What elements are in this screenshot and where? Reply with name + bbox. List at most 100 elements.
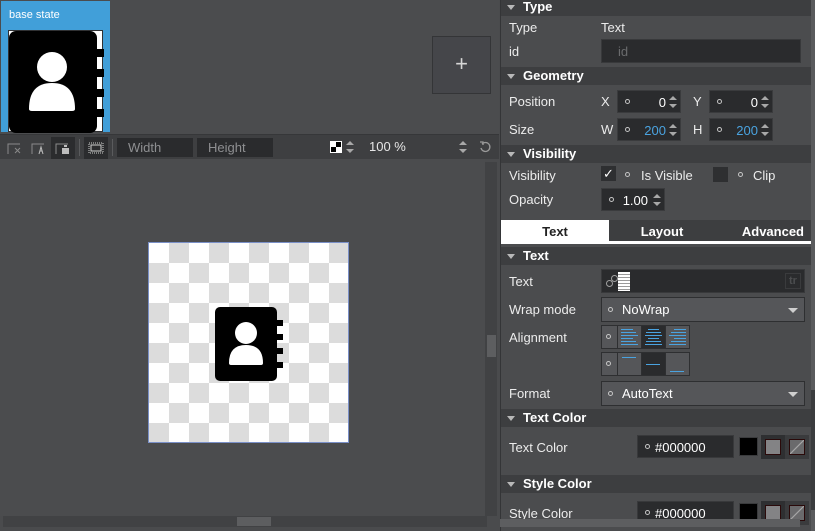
state-base[interactable]: base state (1, 1, 110, 133)
vertical-alignment-group (601, 352, 690, 376)
text-color-label: Text Color (509, 440, 568, 455)
x-input[interactable]: 0 (617, 90, 681, 113)
text-label: Text (509, 274, 533, 289)
x-spinner[interactable] (669, 96, 677, 108)
collapse-triangle-icon (507, 254, 515, 259)
anchor-fill-icon (55, 143, 69, 154)
opacity-input[interactable]: 1.00 (601, 188, 665, 211)
text-color-value: #000000 (655, 440, 706, 455)
show-bounds-button[interactable] (84, 137, 108, 159)
tab-text[interactable]: Text (501, 220, 609, 241)
background-toggle-icon[interactable] (330, 141, 342, 153)
binding-dot-icon[interactable] (609, 197, 614, 202)
scrollbar-handle[interactable] (811, 390, 815, 510)
background-spinner[interactable] (346, 141, 354, 153)
is-visible-checkbox[interactable]: ✓ (601, 166, 616, 181)
wrap-mode-value: NoWrap (622, 302, 670, 317)
artboard[interactable] (148, 242, 349, 443)
opacity-label: Opacity (509, 192, 554, 207)
width-property-input[interactable]: 200 (617, 118, 681, 141)
design-canvas[interactable] (0, 159, 485, 516)
section-style-color-header[interactable]: Style Color (501, 475, 811, 493)
zoom-level: 100 % (369, 139, 406, 154)
format-dropdown[interactable]: AutoText (601, 381, 805, 406)
binding-dot-icon[interactable] (738, 172, 743, 177)
w-spinner[interactable] (669, 124, 677, 136)
x-label: X (601, 94, 610, 109)
section-title: Style Color (523, 476, 592, 491)
section-type-header[interactable]: Type (501, 0, 811, 16)
horizontal-alignment-group (601, 325, 690, 349)
binding-dot-icon[interactable] (606, 361, 611, 366)
canvas-vertical-scrollbar[interactable] (485, 162, 497, 516)
properties-horizontal-scrollbar[interactable] (500, 519, 800, 527)
tab-advanced[interactable]: Advanced (715, 220, 811, 241)
align-bottom-button[interactable] (666, 353, 689, 375)
collapse-triangle-icon (507, 74, 515, 79)
height-property-input[interactable]: 200 (709, 118, 773, 141)
binding-dot-icon[interactable] (608, 391, 613, 396)
align-center-button[interactable] (642, 326, 665, 348)
canvas-horizontal-scrollbar[interactable] (3, 516, 487, 527)
translate-button[interactable]: tr (785, 273, 801, 289)
width-input[interactable]: Width (117, 138, 193, 157)
h-value: 200 (736, 123, 758, 138)
anchor-text-button[interactable] (27, 137, 51, 159)
binding-dot-icon[interactable] (606, 334, 611, 339)
clip-checkbox[interactable] (713, 167, 728, 182)
binding-dot-icon[interactable] (625, 127, 630, 132)
states-panel: base state + (0, 0, 499, 134)
state-name: base state (9, 9, 60, 21)
align-top-button[interactable] (618, 353, 641, 375)
wrap-mode-dropdown[interactable]: NoWrap (601, 297, 805, 322)
address-book-icon (9, 31, 104, 133)
section-title: Geometry (523, 68, 584, 83)
section-text-header[interactable]: Text (501, 247, 811, 265)
opacity-value: 1.00 (622, 193, 648, 208)
height-input[interactable]: Height (197, 138, 273, 157)
properties-vertical-scrollbar[interactable] (811, 0, 815, 531)
canvas-toolbar: Width Height 100 % (0, 134, 499, 159)
solid-color-button[interactable] (761, 435, 785, 459)
section-text-color-header[interactable]: Text Color (501, 409, 811, 427)
binding-dot-icon[interactable] (717, 127, 722, 132)
binding-dot-icon[interactable] (625, 99, 630, 104)
collapse-triangle-icon (507, 5, 515, 10)
scrollbar-handle[interactable] (487, 335, 496, 357)
format-label: Format (509, 386, 551, 401)
binding-dot-icon[interactable] (645, 444, 650, 449)
gradient-color-button[interactable] (785, 435, 809, 459)
text-color-swatch[interactable] (739, 437, 758, 456)
reset-zoom-icon[interactable] (479, 141, 491, 153)
y-value: 0 (750, 95, 758, 110)
id-input[interactable]: id (601, 39, 801, 63)
binding-dot-icon[interactable] (717, 99, 722, 104)
property-tabs: Text Layout Advanced (501, 220, 811, 244)
align-vcenter-button[interactable] (642, 353, 665, 375)
no-anchor-button[interactable] (3, 137, 27, 159)
tab-layout[interactable]: Layout (609, 220, 715, 241)
id-placeholder: id (618, 44, 629, 59)
binding-gear-icon[interactable] (605, 274, 619, 288)
section-visibility-header[interactable]: Visibility (501, 145, 811, 163)
binding-dot-icon[interactable] (608, 307, 613, 312)
type-value: Text (601, 20, 625, 35)
clip-label: Clip (753, 168, 776, 183)
scrollbar-handle[interactable] (237, 517, 271, 526)
binding-dot-icon[interactable] (645, 510, 650, 515)
text-color-input[interactable]: #000000 (637, 435, 734, 458)
wrap-mode-label: Wrap mode (509, 302, 576, 317)
align-left-button[interactable] (618, 326, 641, 348)
anchor-fill-button[interactable] (51, 137, 75, 159)
y-input[interactable]: 0 (709, 90, 773, 113)
y-spinner[interactable] (761, 96, 769, 108)
binding-dot-icon[interactable] (625, 172, 630, 177)
collapse-triangle-icon (507, 482, 515, 487)
h-spinner[interactable] (761, 124, 769, 136)
opacity-spinner[interactable] (653, 194, 661, 206)
text-input[interactable]: tr (601, 269, 805, 293)
add-state-button[interactable]: + (432, 36, 491, 94)
section-geometry-header[interactable]: Geometry (501, 67, 811, 85)
align-right-button[interactable] (666, 326, 689, 348)
zoom-spinner[interactable] (459, 141, 467, 153)
